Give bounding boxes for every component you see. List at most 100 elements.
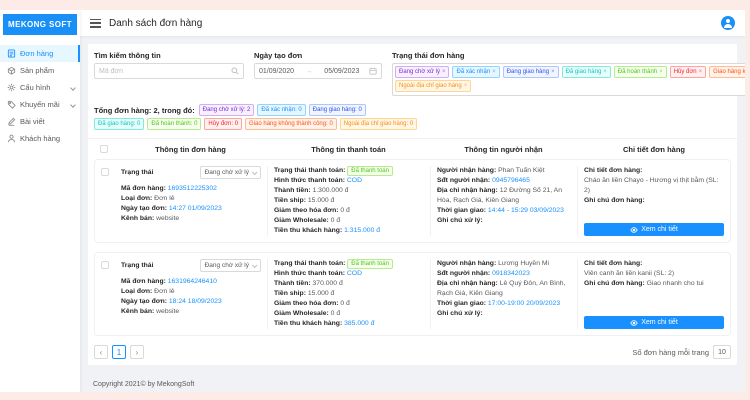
copyright-text: Copyright 2021© by MekongSoft: [93, 381, 194, 388]
sidebar-item-posts[interactable]: Bài viết: [0, 113, 80, 130]
col-header-order-info: Thông tin đơn hàng: [114, 145, 267, 154]
status-filter-tag[interactable]: Đã hoàn thành: [614, 66, 667, 78]
summary-badge: Giao hàng không thành công: 0: [245, 118, 337, 130]
sidebar-item-settings[interactable]: Cấu hình: [0, 79, 80, 96]
payment-info-cell: Trạng thái thanh toán: Đã thanh toán Hìn…: [268, 166, 431, 236]
date-group: Ngày tạo đơn 01/09/2020 → 05/09/2023: [254, 51, 382, 96]
order-row: Trạng thái Đang chờ xử lý Mã đơn hàng: 1…: [94, 159, 731, 243]
order-code-link[interactable]: 1631964246410: [168, 278, 217, 285]
payment-info-cell: Trạng thái thanh toán: Đã thanh toán Hìn…: [268, 259, 431, 329]
sidebar-item-orders[interactable]: Đơn hàng: [0, 45, 80, 62]
pencil-icon: [7, 117, 16, 126]
prev-page-button[interactable]: ‹: [94, 345, 108, 359]
receiver-info-cell: Người nhận hàng: Lương Huyền Mi Sđt ngườ…: [431, 259, 578, 329]
date-range-picker[interactable]: 01/09/2020 → 05/09/2023: [254, 63, 382, 79]
row-status-select[interactable]: Đang chờ xử lý: [200, 166, 261, 179]
page-size-select[interactable]: 10: [713, 345, 731, 359]
paid-status-tag: Đã thanh toán: [347, 259, 393, 269]
view-detail-button[interactable]: Xem chi tiết: [584, 316, 724, 329]
caret-down-icon: [252, 262, 258, 268]
close-icon[interactable]: [442, 68, 446, 76]
order-code-link[interactable]: 1693512225302: [168, 185, 217, 192]
paid-status-tag: Đã thanh toán: [347, 166, 393, 176]
app-window: Danh sách đơn hàng MEKONG SOFT Đơn hàng …: [0, 10, 745, 392]
sidebar-item-promotions[interactable]: Khuyến mãi: [0, 96, 80, 113]
user-avatar-icon[interactable]: [721, 16, 735, 30]
search-icon[interactable]: [231, 67, 239, 75]
eye-icon: [630, 319, 638, 327]
logo: MEKONG SOFT: [3, 14, 77, 35]
date-from[interactable]: 01/09/2020: [259, 68, 294, 75]
select-all-checkbox[interactable]: [100, 145, 108, 153]
sidebar-item-label: Đơn hàng: [20, 49, 53, 58]
gear-icon: [7, 83, 16, 92]
close-icon[interactable]: [464, 82, 468, 90]
sidebar-item-label: Bài viết: [20, 117, 45, 126]
date-arrow-icon: →: [306, 68, 313, 75]
status-filter-group: Trạng thái đơn hàng Đang chờ xử lý Đã xá…: [392, 51, 745, 96]
search-input[interactable]: [99, 68, 231, 75]
chevron-down-icon: [70, 102, 76, 108]
close-icon[interactable]: [492, 68, 496, 76]
table-header: Thông tin đơn hàng Thông tin thanh toán …: [94, 139, 731, 159]
next-page-button[interactable]: ›: [130, 345, 144, 359]
order-info-cell: Trạng thái Đang chờ xử lý Mã đơn hàng: 1…: [115, 166, 268, 236]
phone-link[interactable]: 0945796465: [492, 177, 530, 184]
status-label: Trạng thái: [121, 168, 153, 178]
page-title: Danh sách đơn hàng: [109, 18, 202, 29]
main-content: Tìm kiếm thông tin Ngày tạo đơn 01/09/20…: [88, 44, 737, 365]
order-detail-cell: Chi tiết đơn hàng: Viên canh ăn liền kan…: [578, 259, 730, 329]
date-to[interactable]: 05/09/2023: [324, 68, 359, 75]
chevron-down-icon: [70, 85, 76, 91]
summary-prefix: Tổng đơn hàng: 2, trong đó:: [94, 106, 195, 115]
col-header-receiver-info: Thông tin người nhận: [430, 145, 577, 154]
orders-summary: Tổng đơn hàng: 2, trong đó: Đang chờ xử …: [94, 103, 731, 131]
order-row: Trạng thái Đang chờ xử lý Mã đơn hàng: 1…: [94, 252, 731, 336]
menu-fold-icon[interactable]: [90, 19, 101, 28]
pagination: ‹ 1 › Số đơn hàng mỗi trang 10: [94, 345, 731, 359]
row-status-select[interactable]: Đang chờ xử lý: [200, 259, 261, 272]
search-label: Tìm kiếm thông tin: [94, 51, 244, 60]
product-icon: [7, 66, 16, 75]
page-size-label: Số đơn hàng mỗi trang: [632, 348, 709, 357]
status-filter-tag[interactable]: Đã giao hàng: [562, 66, 611, 78]
summary-badge: Ngoài địa chỉ giao hàng: 0: [340, 118, 417, 130]
phone-link[interactable]: 0918342023: [492, 270, 530, 277]
close-icon[interactable]: [603, 68, 607, 76]
sidebar: MEKONG SOFT Đơn hàng Sản phẩm Cấu hình K…: [0, 10, 80, 392]
col-header-order-detail: Chi tiết đơn hàng: [577, 145, 731, 154]
close-icon[interactable]: [659, 68, 663, 76]
sidebar-item-label: Khuyến mãi: [20, 100, 60, 109]
view-detail-button[interactable]: Xem chi tiết: [584, 223, 724, 236]
search-group: Tìm kiếm thông tin: [94, 51, 244, 96]
search-input-wrap: [94, 63, 244, 79]
status-filter-tag[interactable]: Hủy đơn: [670, 66, 706, 78]
sidebar-item-products[interactable]: Sản phẩm: [0, 62, 80, 79]
status-multiselect[interactable]: Đang chờ xử lý Đã xác nhận Đang giao hàn…: [392, 63, 745, 96]
status-filter-tag[interactable]: Đang chờ xử lý: [395, 66, 449, 78]
date-label: Ngày tạo đơn: [254, 51, 382, 60]
status-filter-tag[interactable]: Giao hàng không thành công: [709, 66, 745, 78]
customer-icon: [7, 134, 16, 143]
filter-bar: Tìm kiếm thông tin Ngày tạo đơn 01/09/20…: [94, 51, 731, 96]
summary-badge: Đã xác nhận: 0: [257, 104, 305, 116]
page-1-button[interactable]: 1: [112, 345, 126, 359]
sidebar-item-customers[interactable]: Khách hàng: [0, 130, 80, 147]
promo-tag-icon: [7, 100, 16, 109]
status-filter-tag[interactable]: Đang giao hàng: [503, 66, 559, 78]
col-header-payment-info: Thông tin thanh toán: [267, 145, 430, 154]
status-filter-tag[interactable]: Ngoài địa chỉ giao hàng: [395, 80, 471, 92]
summary-badge: Đã giao hàng: 0: [94, 118, 144, 130]
summary-badge: Đang chờ xử lý: 2: [199, 104, 255, 116]
close-icon[interactable]: [699, 68, 703, 76]
order-detail-cell: Chi tiết đơn hàng: Cháo ăn liền Chayo - …: [578, 166, 730, 236]
row-checkbox[interactable]: [101, 168, 109, 176]
order-info-cell: Trạng thái Đang chờ xử lý Mã đơn hàng: 1…: [115, 259, 268, 329]
status-label: Trạng thái: [121, 261, 153, 271]
calendar-icon: [369, 67, 377, 75]
top-bar: Danh sách đơn hàng: [80, 10, 745, 36]
orders-card: Tìm kiếm thông tin Ngày tạo đơn 01/09/20…: [88, 44, 737, 365]
close-icon[interactable]: [551, 68, 555, 76]
row-checkbox[interactable]: [101, 261, 109, 269]
status-filter-tag[interactable]: Đã xác nhận: [452, 66, 499, 78]
